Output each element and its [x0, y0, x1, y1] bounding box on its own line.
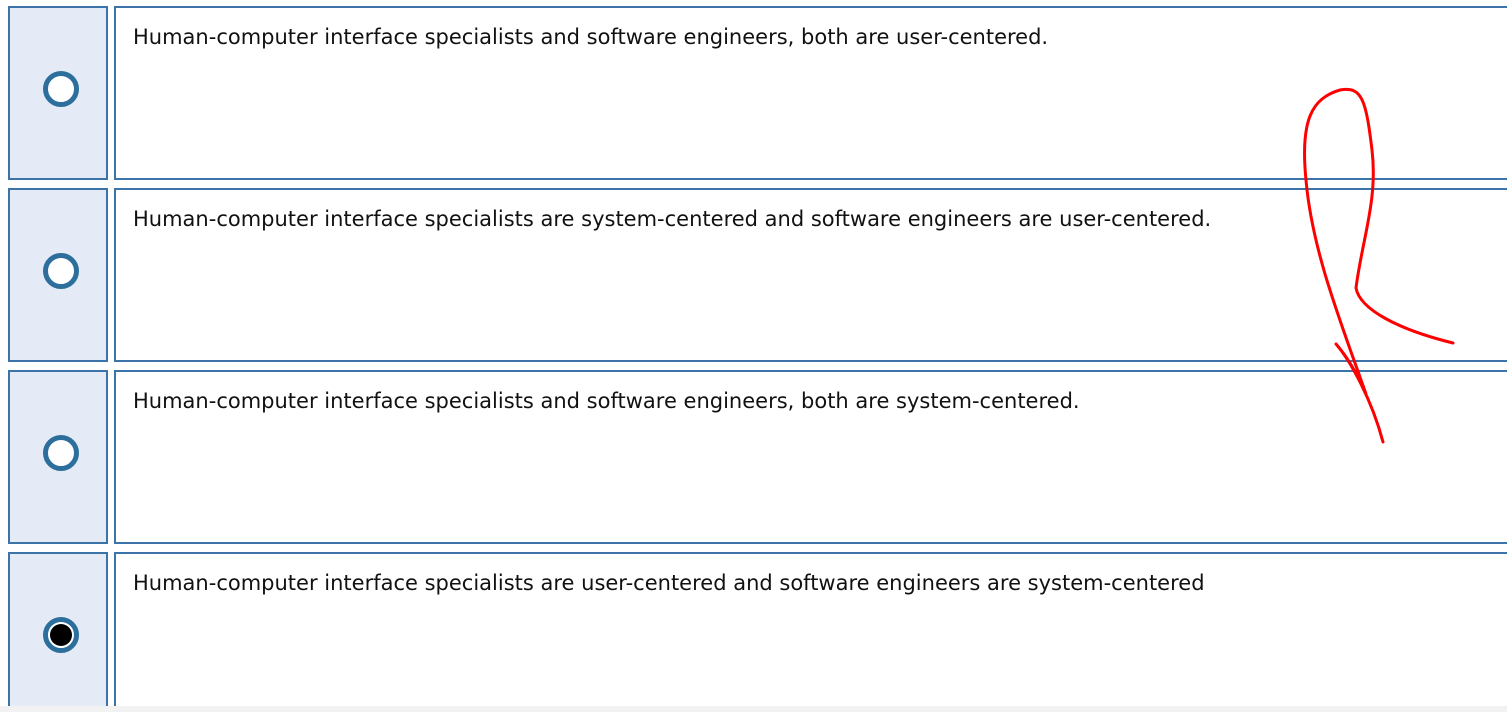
- option-3-radio-button[interactable]: [43, 435, 79, 471]
- option-1-label: Human-computer interface specialists and…: [133, 25, 1049, 49]
- option-1-radio-button[interactable]: [43, 71, 79, 107]
- answer-options-panel: Human-computer interface specialists and…: [0, 0, 1507, 712]
- option-2-label: Human-computer interface specialists are…: [133, 207, 1212, 231]
- option-2-radio-cell[interactable]: [8, 188, 108, 362]
- radio-dot: [50, 624, 72, 646]
- option-4-radio-button[interactable]: [43, 617, 79, 653]
- option-3-text-cell[interactable]: Human-computer interface specialists and…: [114, 370, 1507, 544]
- option-1-radio-cell[interactable]: [8, 6, 108, 180]
- option-row-2[interactable]: Human-computer interface specialists are…: [0, 182, 1507, 364]
- option-3-label: Human-computer interface specialists and…: [133, 389, 1080, 413]
- bottom-edge-strip: [0, 706, 1507, 712]
- option-4-radio-cell[interactable]: [8, 552, 108, 712]
- option-row-3[interactable]: Human-computer interface specialists and…: [0, 364, 1507, 546]
- option-2-text-cell[interactable]: Human-computer interface specialists are…: [114, 188, 1507, 362]
- option-3-radio-cell[interactable]: [8, 370, 108, 544]
- option-row-1[interactable]: Human-computer interface specialists and…: [0, 0, 1507, 182]
- option-4-text-cell[interactable]: Human-computer interface specialists are…: [114, 552, 1507, 712]
- option-row-4[interactable]: Human-computer interface specialists are…: [0, 546, 1507, 712]
- option-4-label: Human-computer interface specialists are…: [133, 571, 1205, 595]
- option-2-radio-button[interactable]: [43, 253, 79, 289]
- option-1-text-cell[interactable]: Human-computer interface specialists and…: [114, 6, 1507, 180]
